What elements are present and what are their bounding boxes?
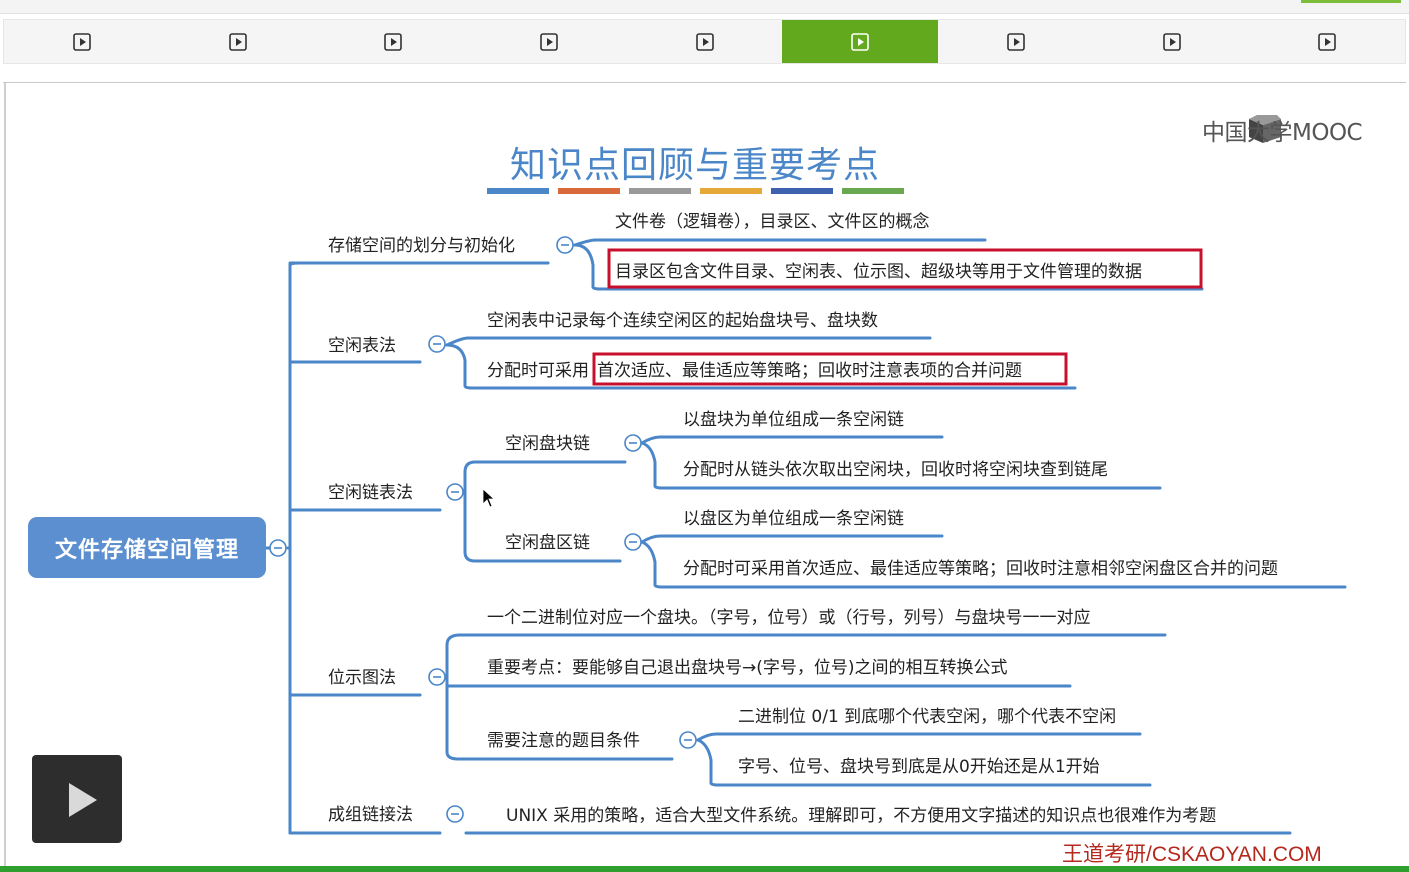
title-underline-bars: [487, 188, 904, 194]
mooc-logo-text: 中国大学MOOC: [1202, 120, 1363, 146]
mouse-cursor-icon: [482, 488, 496, 508]
title-bar-segment: [629, 188, 691, 194]
leaf-text-highlighted: 首次适应、最佳适应等策略；回收时注意表项的合并问题: [597, 361, 1022, 381]
branch-label-bitmap[interactable]: 位示图法: [328, 668, 396, 688]
sub-label-free-block-chain[interactable]: 空闲盘块链: [505, 434, 590, 454]
leaf-text: 文件卷（逻辑卷），目录区、文件区的概念: [615, 212, 930, 232]
title-bar-segment: [842, 188, 904, 194]
branch-label-grouped-link[interactable]: 成组链接法: [328, 805, 413, 825]
leaf-text-highlighted: 目录区包含文件目录、空闲表、位示图、超级块等用于文件管理的数据: [615, 262, 1142, 282]
leaf-text: 分配时可采用首次适应、最佳适应等策略；回收时注意相邻空闲盘区合并的问题: [683, 559, 1278, 579]
branch-label-storage-init[interactable]: 存储空间的划分与初始化: [328, 236, 515, 256]
leaf-text: UNIX 采用的策略，适合大型文件系统。理解即可，不方便用文字描述的知识点也很难…: [506, 806, 1217, 826]
title-bar-segment: [700, 188, 762, 194]
branch-label-free-list[interactable]: 空闲链表法: [328, 483, 413, 503]
progress-bar[interactable]: [0, 866, 1409, 872]
title-bar-segment: [487, 188, 549, 194]
sub-label-free-extent-chain[interactable]: 空闲盘区链: [505, 533, 590, 553]
slide-title: 知识点回顾与重要考点: [509, 145, 880, 186]
branch-label-free-table[interactable]: 空闲表法: [328, 336, 396, 356]
leaf-text: 以盘块为单位组成一条空闲链: [683, 410, 904, 430]
leaf-text: 二进制位 0/1 到底哪个代表空闲，哪个代表不空闲: [738, 707, 1117, 727]
play-button[interactable]: [32, 755, 122, 843]
leaf-text: 字号、位号、盘块号到底是从0开始还是从1开始: [738, 757, 1100, 777]
leaf-text: 分配时从链头依次取出空闲块，回收时将空闲块查到链尾: [683, 460, 1108, 480]
leaf-text: 重要考点：要能够自己退出盘块号→(字号，位号)之间的相互转换公式: [487, 658, 1008, 678]
play-icon: [69, 783, 97, 817]
leaf-text: 分配时可采用: [487, 361, 589, 381]
root-node[interactable]: 文件存储空间管理: [28, 517, 266, 578]
leaf-text: 一个二进制位对应一个盘块。（字号，位号）或（行号，列号）与盘块号一一对应: [487, 608, 1091, 628]
title-bar-segment: [558, 188, 620, 194]
title-bar-segment: [771, 188, 833, 194]
leaf-text: 空闲表中记录每个连续空闲区的起始盘块号、盘块数: [487, 311, 878, 331]
leaf-text: 以盘区为单位组成一条空闲链: [683, 509, 904, 529]
sub-label-conditions[interactable]: 需要注意的题目条件: [487, 731, 640, 751]
footer-watermark: 王道考研/CSKAOYAN.COM: [1062, 843, 1322, 866]
